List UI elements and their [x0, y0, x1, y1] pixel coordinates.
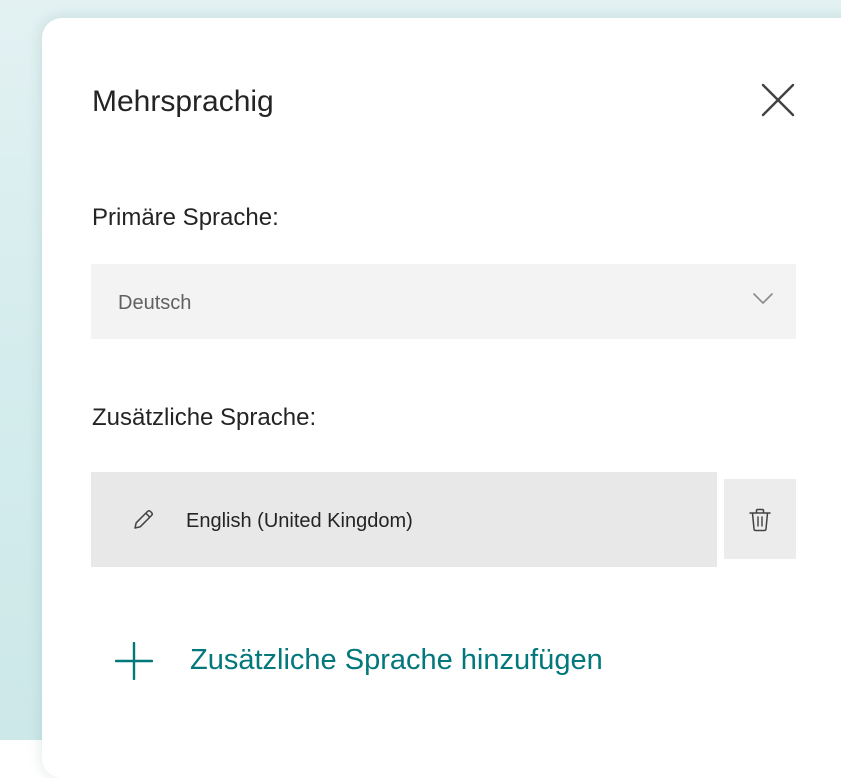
plus-icon — [115, 642, 153, 680]
chevron-down-icon — [753, 293, 773, 304]
primary-language-value: Deutsch — [118, 292, 192, 314]
add-language-label: Zusätzliche Sprache hinzufügen — [190, 644, 603, 676]
pencil-icon — [134, 509, 154, 529]
delete-language-button[interactable] — [724, 479, 796, 559]
additional-language-item[interactable]: English (United Kingdom) — [91, 472, 717, 567]
primary-language-label: Primäre Sprache: — [92, 204, 279, 231]
add-language-button[interactable]: Zusätzliche Sprache hinzufügen — [115, 638, 675, 682]
additional-language-name: English (United Kingdom) — [186, 510, 413, 532]
close-icon — [761, 83, 795, 117]
dialog-title: Mehrsprachig — [92, 85, 274, 118]
primary-language-dropdown[interactable]: Deutsch — [91, 264, 796, 339]
trash-icon — [749, 508, 771, 532]
additional-language-label: Zusätzliche Sprache: — [92, 404, 317, 431]
close-button[interactable] — [760, 82, 796, 118]
